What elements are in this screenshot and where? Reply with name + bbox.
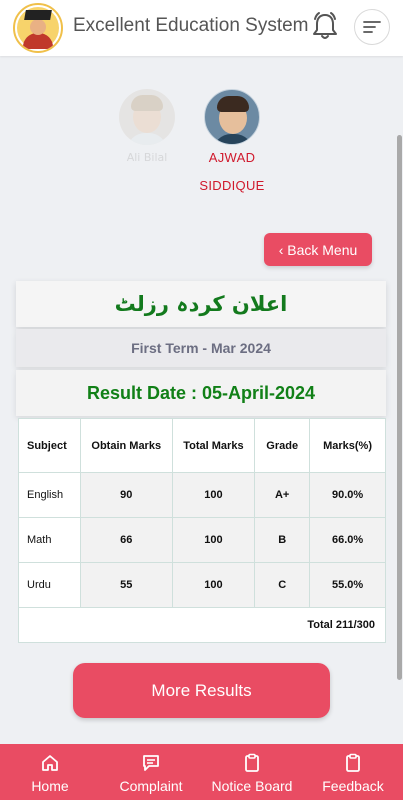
student-name: Ali Bilal xyxy=(126,151,168,164)
student-name: AJWAD SIDDIQUE xyxy=(199,150,265,193)
clipboard-icon xyxy=(245,753,259,772)
cell-obtain: 90 xyxy=(79,472,173,518)
bottom-nav: Home Complaint Notice Board Feedback xyxy=(0,744,403,800)
table-header-row: Subject Obtain Marks Total Marks Grade M… xyxy=(18,418,386,473)
column-header-subject: Subject xyxy=(18,418,81,473)
scrollbar[interactable] xyxy=(397,135,402,680)
app-title: Excellent Education System xyxy=(73,15,309,36)
cell-percent: 55.0% xyxy=(309,562,386,608)
nav-label: Home xyxy=(31,778,69,794)
result-date: Result Date : 05-April-2024 xyxy=(16,370,386,416)
cell-percent: 90.0% xyxy=(309,472,386,518)
result-card: اعلان کردہ رزلٹ First Term - Mar 2024 Re… xyxy=(16,281,386,643)
table-row: English 90 100 A+ 90.0% xyxy=(18,472,386,518)
avatar xyxy=(204,89,260,145)
nav-item-complaint[interactable]: Complaint xyxy=(110,744,192,800)
total-row: Total 211/300 xyxy=(18,607,386,643)
avatar xyxy=(119,89,175,145)
term-label: First Term - Mar 2024 xyxy=(16,329,386,367)
bell-icon[interactable] xyxy=(311,11,339,41)
cell-total: 100 xyxy=(171,562,256,608)
menu-button[interactable] xyxy=(354,9,390,45)
school-logo xyxy=(13,3,63,53)
home-icon xyxy=(42,755,58,771)
table-row: Math 66 100 B 66.0% xyxy=(18,517,386,563)
cell-grade: A+ xyxy=(254,472,311,518)
student-card-ajwad-siddique[interactable]: AJWAD SIDDIQUE xyxy=(190,89,274,200)
menu-lines-icon xyxy=(363,21,381,33)
message-icon xyxy=(143,755,159,771)
cell-grade: C xyxy=(254,562,311,608)
announced-result-title: اعلان کردہ رزلٹ xyxy=(16,281,386,327)
nav-item-feedback[interactable]: Feedback xyxy=(314,744,392,800)
more-results-button[interactable]: More Results xyxy=(73,663,330,718)
table-row: Urdu 55 100 C 55.0% xyxy=(18,562,386,608)
nav-label: Notice Board xyxy=(211,778,293,794)
cell-subject: Urdu xyxy=(18,562,81,608)
marks-table: Subject Obtain Marks Total Marks Grade M… xyxy=(18,418,386,643)
cell-grade: B xyxy=(254,517,311,563)
cell-total: 100 xyxy=(171,517,256,563)
nav-item-home[interactable]: Home xyxy=(18,744,82,800)
column-header-percent: Marks(%) xyxy=(309,418,386,473)
cell-percent: 66.0% xyxy=(309,517,386,563)
cell-obtain: 66 xyxy=(79,517,173,563)
nav-item-notice-board[interactable]: Notice Board xyxy=(204,744,300,800)
clipboard-icon xyxy=(346,753,360,772)
student-card-ali-bilal[interactable]: Ali Bilal xyxy=(111,89,183,165)
column-header-grade: Grade xyxy=(254,418,311,473)
nav-label: Complaint xyxy=(119,778,183,794)
cell-obtain: 55 xyxy=(79,562,173,608)
back-menu-button[interactable]: ‹ Back Menu xyxy=(264,233,372,266)
nav-label: Feedback xyxy=(322,778,384,794)
column-header-total: Total Marks xyxy=(171,418,256,473)
cell-subject: English xyxy=(18,472,81,518)
total-marks: Total 211/300 xyxy=(18,607,386,643)
cell-subject: Math xyxy=(18,517,81,563)
cell-total: 100 xyxy=(171,472,256,518)
column-header-obtain: Obtain Marks xyxy=(79,418,173,473)
app-header: Excellent Education System xyxy=(0,0,403,56)
